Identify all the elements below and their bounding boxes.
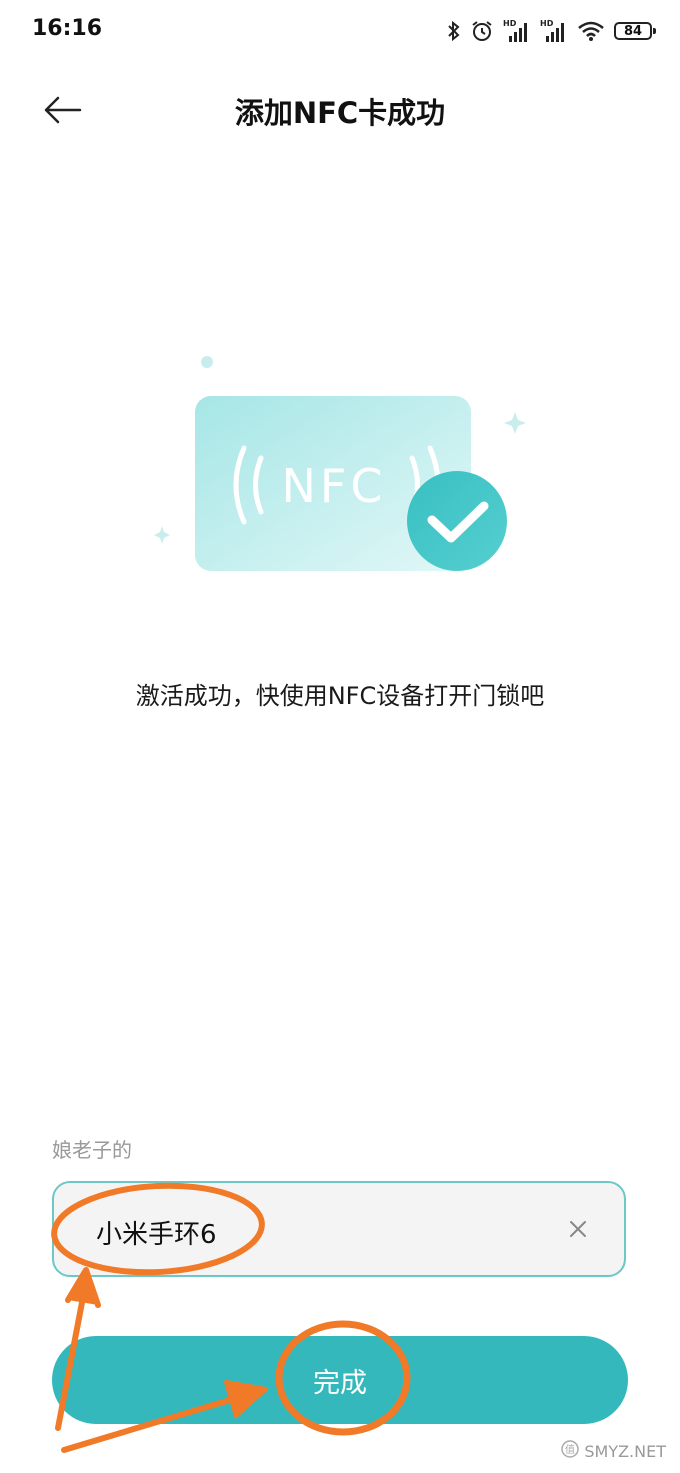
nfc-success-illustration: NFC [150, 340, 530, 590]
watermark-logo-icon: 值 [560, 1439, 580, 1463]
status-bar: 16:16 HD HD 84 [0, 0, 680, 62]
clear-button[interactable] [566, 1217, 590, 1241]
device-name-input[interactable]: 小米手环6 [52, 1181, 626, 1277]
nfc-card-text: NFC [282, 459, 387, 513]
alarm-icon [470, 19, 494, 43]
watermark-text: SMYZ.NET [584, 1441, 666, 1461]
wifi-icon [577, 20, 605, 42]
check-circle-icon [407, 471, 507, 571]
page-title: 添加NFC卡成功 [234, 96, 446, 130]
svg-text:HD: HD [540, 19, 554, 28]
battery-level: 84 [623, 23, 643, 39]
done-button-label: 完成 [313, 1367, 367, 1399]
svg-text:HD: HD [503, 19, 517, 28]
hd-signal-icon: HD [503, 18, 531, 44]
watermark: 值 SMYZ.NET [560, 1439, 666, 1463]
done-button[interactable]: 完成 [52, 1336, 628, 1424]
svg-text:值: 值 [565, 1443, 575, 1456]
header: 添加NFC卡成功 [0, 62, 680, 162]
bluetooth-icon [447, 20, 461, 42]
status-time: 16:16 [32, 16, 103, 41]
success-message: 激活成功，快使用NFC设备打开门锁吧 [135, 682, 545, 710]
battery-icon: 84 [614, 22, 656, 40]
close-icon [566, 1221, 590, 1245]
device-name-value: 小米手环6 [96, 1220, 217, 1250]
device-name-label: 娘老子的 [52, 1138, 132, 1162]
hd-signal-icon: HD [540, 18, 568, 44]
status-icons: HD HD 84 [447, 14, 656, 48]
